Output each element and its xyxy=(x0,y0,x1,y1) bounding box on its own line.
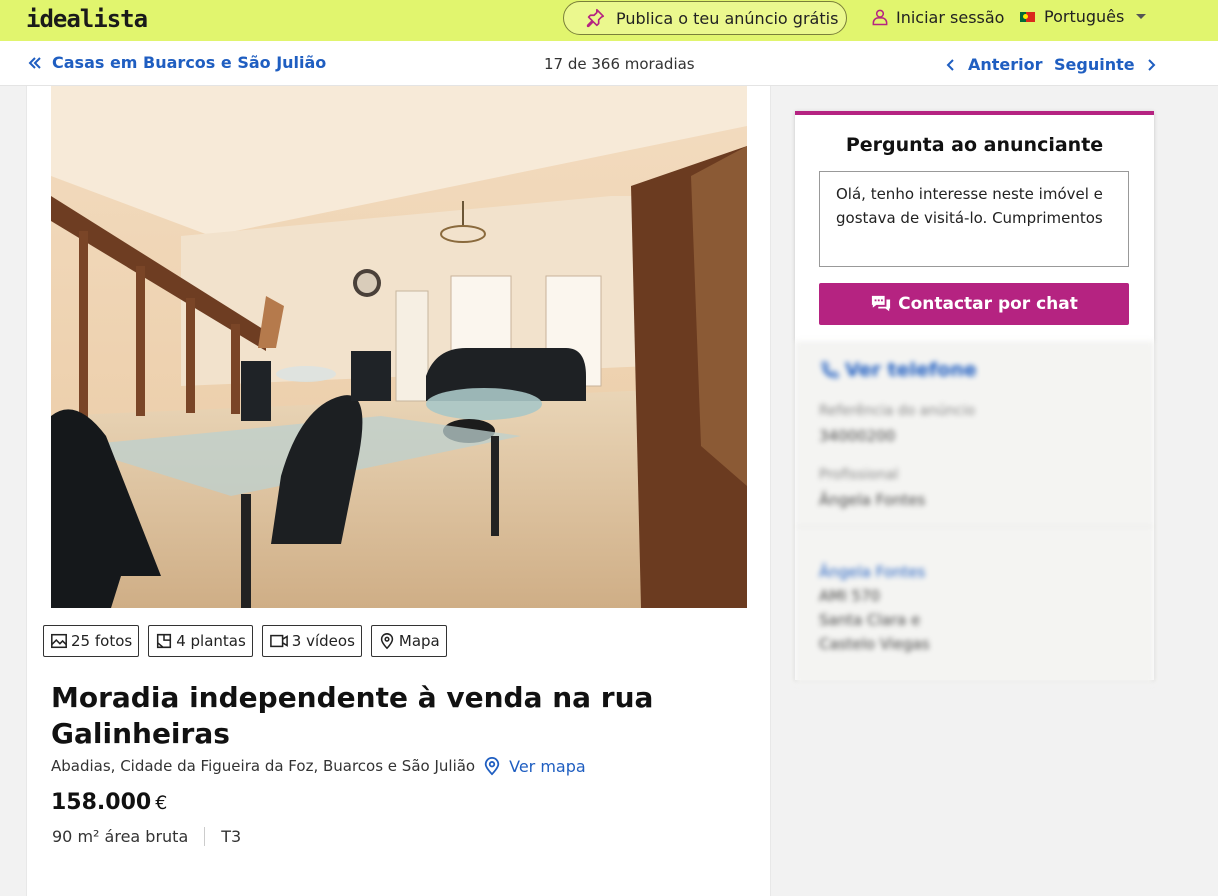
view-map-label: Ver mapa xyxy=(509,756,586,776)
advertiser-details: Ver telefone Referência do anúncio 34000… xyxy=(795,341,1154,684)
agent-location-line2: Castelo Viegas xyxy=(819,635,930,653)
reference-label: Referência do anúncio xyxy=(819,403,976,419)
language-selector[interactable]: Português xyxy=(1020,7,1147,26)
listing-navigation: Casas em Buarcos e São Julião 17 de 366 … xyxy=(0,41,1218,86)
listing-address: Abadias, Cidade da Figueira da Foz, Buar… xyxy=(51,756,586,776)
back-to-results-link[interactable]: Casas em Buarcos e São Julião xyxy=(28,53,326,72)
agent-location-line1: Santa Clara e xyxy=(819,611,921,629)
language-label: Português xyxy=(1044,7,1125,26)
publish-ad-label: Publica o teu anúncio grátis xyxy=(616,8,839,28)
professional-value: Ângela Fontes xyxy=(819,491,926,509)
portugal-flag-icon xyxy=(1020,11,1035,22)
map-button[interactable]: Mapa xyxy=(370,625,447,657)
view-phone-label: Ver telefone xyxy=(845,359,977,381)
publish-ad-button[interactable]: Publica o teu anúncio grátis xyxy=(563,1,847,35)
location-pin-icon xyxy=(484,757,500,776)
reference-value: 34000200 xyxy=(819,427,896,445)
feature-typology: T3 xyxy=(221,827,242,846)
back-to-results-label: Casas em Buarcos e São Julião xyxy=(52,53,327,72)
contact-advertiser-card: Pergunta ao anunciante Olá, tenho intere… xyxy=(795,111,1154,684)
address-text: Abadias, Cidade da Figueira da Foz, Buar… xyxy=(51,757,476,775)
video-icon xyxy=(269,634,288,648)
price-value: 158.000 xyxy=(51,790,152,815)
phone-icon xyxy=(821,361,839,379)
photos-button[interactable]: 25 fotos xyxy=(43,625,140,657)
result-counter: 17 de 366 moradias xyxy=(544,55,695,73)
contact-chat-label: Contactar por chat xyxy=(898,294,1078,314)
chevron-left-icon xyxy=(946,58,954,71)
previous-label: Anterior xyxy=(968,55,1043,74)
view-map-link[interactable]: Ver mapa xyxy=(483,756,586,776)
listing-card: 25 fotos 4 plantas 3 vídeos Mapa Moradia… xyxy=(26,86,771,896)
chevron-down-icon xyxy=(1136,14,1147,19)
price-currency: € xyxy=(155,792,168,814)
message-textarea[interactable]: Olá, tenho interesse neste imóvel e gost… xyxy=(819,171,1129,267)
main-photo[interactable] xyxy=(51,86,747,608)
listing-features: 90 m² área bruta T3 xyxy=(52,827,241,846)
agent-license: AMI 570 xyxy=(819,587,881,605)
feature-area: 90 m² área bruta xyxy=(52,827,206,846)
contact-chat-button[interactable]: Contactar por chat xyxy=(819,283,1129,325)
plans-count: 4 plantas xyxy=(176,632,246,650)
plans-button[interactable]: 4 plantas xyxy=(148,625,253,657)
next-listing-link[interactable]: Seguinte xyxy=(1054,55,1156,74)
contact-title: Pergunta ao anunciante xyxy=(845,134,1104,156)
details-divider xyxy=(795,526,1154,527)
listing-title: Moradia independente à venda na rua Gali… xyxy=(51,681,654,750)
view-phone-link[interactable]: Ver telefone xyxy=(819,359,977,381)
videos-button[interactable]: 3 vídeos xyxy=(261,625,362,657)
professional-label: Profissional xyxy=(819,467,899,483)
chevron-right-icon xyxy=(1147,58,1156,71)
chat-bubble-icon xyxy=(872,295,891,312)
user-icon xyxy=(872,9,888,26)
idealista-logo[interactable]: idealista xyxy=(26,5,148,33)
media-buttons: 25 fotos 4 plantas 3 vídeos Mapa xyxy=(43,625,456,657)
map-label: Mapa xyxy=(398,632,440,650)
top-header: idealista Publica o teu anúncio grátis I… xyxy=(0,0,1218,41)
next-label: Seguinte xyxy=(1054,55,1135,74)
listing-price: 158.000 € xyxy=(51,790,167,815)
previous-listing-link[interactable]: Anterior xyxy=(946,55,1043,74)
double-chevron-left-icon xyxy=(28,56,41,69)
agent-name-link[interactable]: Ângela Fontes xyxy=(819,563,925,581)
location-pin-icon xyxy=(380,633,394,650)
pin-icon xyxy=(586,8,605,28)
login-label: Iniciar sessão xyxy=(896,7,1005,27)
login-link[interactable]: Iniciar sessão xyxy=(870,7,1004,27)
floor-plan-icon xyxy=(157,633,172,649)
videos-count: 3 vídeos xyxy=(291,632,355,650)
image-icon xyxy=(51,633,67,649)
photos-count: 25 fotos xyxy=(71,632,133,650)
